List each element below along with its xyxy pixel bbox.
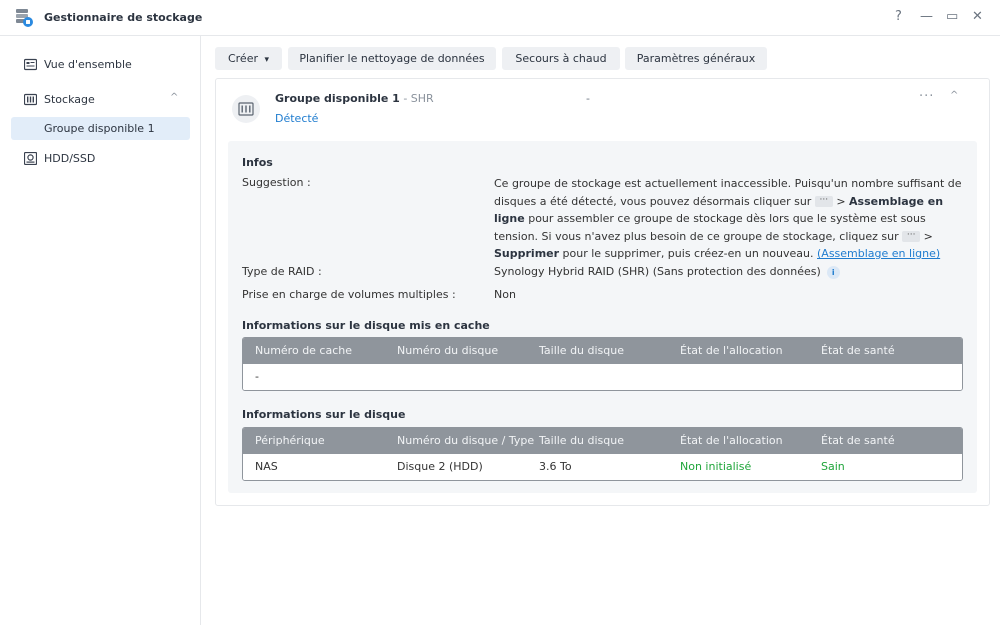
empty-cell: - <box>255 370 259 383</box>
raid-type-text: Synology Hybrid RAID (SHR) (Sans protect… <box>494 265 821 278</box>
column-header[interactable]: Numéro du disque / Type <box>397 434 534 447</box>
sidebar: Vue d'ensemble Stockage ^ Groupe disponi… <box>0 36 201 625</box>
cache-disk-table: Numéro de cache Numéro du disque Taille … <box>242 337 963 391</box>
more-options-icon[interactable]: ··· <box>919 89 934 104</box>
pool-status: Détecté <box>275 112 319 125</box>
column-header[interactable]: Numéro du disque <box>397 344 498 357</box>
sidebar-item-label: Vue d'ensemble <box>44 58 132 71</box>
health-status-cell: Sain <box>821 460 845 473</box>
overview-icon <box>24 58 37 71</box>
hdd-icon <box>24 152 37 165</box>
more-options-icon: ··· <box>814 196 833 207</box>
sidebar-item-label: Stockage <box>44 93 95 106</box>
assemble-online-link[interactable]: (Assemblage en ligne) <box>817 247 940 260</box>
create-label: Créer <box>227 52 258 65</box>
disk-number-cell: Disque 2 (HDD) <box>397 460 483 473</box>
raid-type-value: Synology Hybrid RAID (SHR) (Sans protect… <box>494 265 840 279</box>
device-cell: NAS <box>255 460 278 473</box>
minimize-icon[interactable]: — <box>920 9 933 24</box>
pool-title: Groupe disponible 1 - SHR <box>275 92 434 105</box>
hot-spare-button[interactable]: Secours à chaud <box>502 47 620 70</box>
delete-text: Supprimer <box>494 247 560 260</box>
column-header[interactable]: État de santé <box>821 434 895 447</box>
column-header[interactable]: Périphérique <box>255 434 325 447</box>
storage-manager-app-icon <box>16 9 33 27</box>
sidebar-item-storage[interactable]: Stockage ^ <box>0 88 201 112</box>
column-header[interactable]: Taille du disque <box>539 434 624 447</box>
chevron-up-icon[interactable]: ^ <box>950 90 958 101</box>
global-settings-button[interactable]: Paramètres généraux <box>625 47 767 70</box>
raid-type-label: Type de RAID : <box>242 265 322 278</box>
suggestion-part: > <box>920 229 933 243</box>
pool-details: Infos Suggestion : Ce groupe de stockage… <box>228 141 977 493</box>
column-header[interactable]: État de santé <box>821 344 895 357</box>
sidebar-item-label: HDD/SSD <box>44 152 96 165</box>
suggestion-part: pour assembler ce groupe de stockage dès… <box>494 212 926 243</box>
suggestion-part: pour le supprimer, puis créez-en un nouv… <box>559 247 817 260</box>
create-button[interactable]: Créer ▾ <box>215 47 282 70</box>
title-bar: Gestionnaire de stockage ? — ▭ ✕ <box>0 0 1000 36</box>
pool-summary: - <box>586 92 590 105</box>
storage-pool-icon <box>232 95 260 123</box>
column-header[interactable]: État de l'allocation <box>680 344 783 357</box>
column-header[interactable]: Taille du disque <box>539 344 624 357</box>
sidebar-item-overview[interactable]: Vue d'ensemble <box>0 53 201 77</box>
chevron-down-icon: ▾ <box>264 55 270 65</box>
storage-icon <box>24 93 37 106</box>
column-header[interactable]: Numéro de cache <box>255 344 352 357</box>
allocation-status-cell: Non initialisé <box>680 460 752 473</box>
maximize-icon[interactable]: ▭ <box>946 9 958 24</box>
disk-section-title: Informations sur le disque <box>242 408 406 421</box>
multi-volume-value: Non <box>494 288 516 301</box>
sidebar-item-storage-pool-1[interactable]: Groupe disponible 1 <box>11 117 190 140</box>
storage-pool-card: Groupe disponible 1 - SHR - Détecté ··· … <box>215 78 990 506</box>
window-title: Gestionnaire de stockage <box>44 11 203 24</box>
table-header: Numéro de cache Numéro du disque Taille … <box>243 338 962 364</box>
pool-type: SHR <box>410 92 434 105</box>
close-icon[interactable]: ✕ <box>972 9 983 24</box>
suggestion-label: Suggestion : <box>242 176 311 189</box>
suggestion-text: Ce groupe de stockage est actuellement i… <box>494 175 967 263</box>
table-row[interactable]: NAS Disque 2 (HDD) 3.6 To Non initialisé… <box>243 454 962 480</box>
pool-separator: - <box>399 92 411 105</box>
chevron-up-icon[interactable]: ^ <box>170 92 178 103</box>
multi-volume-label: Prise en charge de volumes multiples : <box>242 288 456 301</box>
disk-size-cell: 3.6 To <box>539 460 572 473</box>
sidebar-item-hdd-ssd[interactable]: HDD/SSD <box>0 147 201 171</box>
table-header: Périphérique Numéro du disque / Type Tai… <box>243 428 962 454</box>
sidebar-item-label: Groupe disponible 1 <box>44 122 155 135</box>
cache-disk-section-title: Informations sur le disque mis en cache <box>242 319 490 332</box>
suggestion-part: > <box>832 194 850 208</box>
help-icon[interactable]: ? <box>895 9 902 24</box>
info-icon[interactable]: i <box>826 265 840 279</box>
schedule-cleanup-button[interactable]: Planifier le nettoyage de données <box>288 47 496 70</box>
table-row: - <box>243 364 962 390</box>
pool-name: Groupe disponible 1 <box>275 92 400 105</box>
more-options-icon: ··· <box>902 231 921 242</box>
info-section-title: Infos <box>242 156 273 169</box>
column-header[interactable]: État de l'allocation <box>680 434 783 447</box>
disk-table: Périphérique Numéro du disque / Type Tai… <box>242 427 963 481</box>
